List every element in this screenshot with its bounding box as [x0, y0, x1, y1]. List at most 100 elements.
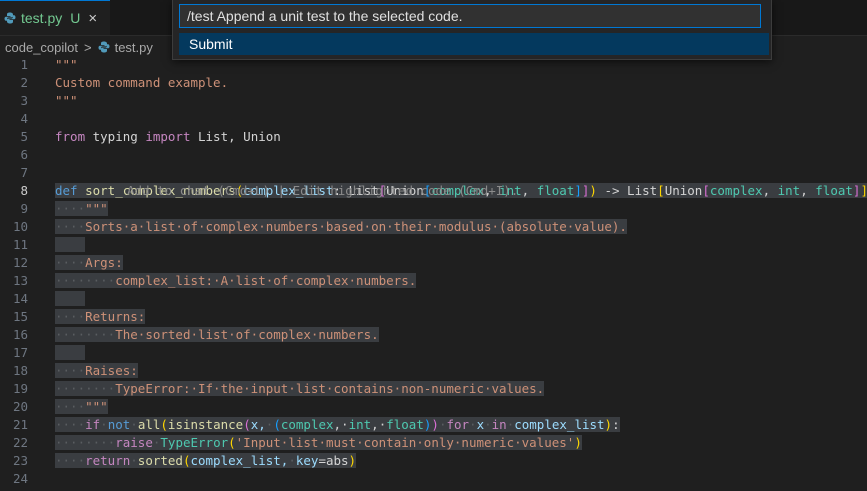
- code-token: (: [228, 435, 236, 450]
- code-line[interactable]: 19 ········TypeError:·If·the·input·list·c…: [0, 380, 867, 398]
- code-line[interactable]: 4: [0, 110, 867, 128]
- code-token: ····: [55, 255, 86, 270]
- code-line[interactable]: 22 ········raise·TypeError('Input·list·mu…: [0, 434, 867, 452]
- line-code: [55, 344, 86, 362]
- code-token: TypeError:·If·the·input·list·contains·no…: [115, 381, 545, 396]
- code-token: ····: [55, 363, 86, 378]
- line-number: 3: [20, 93, 28, 108]
- code-line[interactable]: 14: [0, 290, 867, 308]
- code-token: ): [574, 435, 582, 450]
- code-token: ·: [130, 417, 138, 432]
- line-number: 20: [12, 399, 28, 414]
- code-line[interactable]: 24: [0, 470, 867, 488]
- code-token: ): [431, 417, 439, 432]
- code-line[interactable]: 11: [0, 236, 867, 254]
- line-code: ····Raises:: [55, 362, 138, 380]
- code-token: ····: [55, 219, 86, 234]
- code-token: Sorts·a·list·of·complex·numbers·based·on…: [85, 219, 627, 234]
- code-line[interactable]: 23 ····return·sorted(complex_list,·key=ab…: [0, 452, 867, 470]
- inline-hint-text: Add to chat (Cmd+L) | Edit highlighted c…: [127, 183, 519, 198]
- code-token: ): [348, 453, 357, 468]
- code-line[interactable]: 5 from typing import List, Union: [0, 128, 867, 146]
- code-token: int: [348, 417, 372, 432]
- breadcrumb-folder[interactable]: code_copilot: [5, 40, 78, 55]
- code-token: ········: [55, 327, 116, 342]
- code-token: float: [536, 183, 575, 198]
- code-token: TypeError: [160, 435, 229, 450]
- line-number: 14: [12, 291, 28, 306]
- code-token: from: [55, 129, 86, 144]
- selection-highlight: ····""": [55, 399, 108, 414]
- close-icon[interactable]: ×: [88, 10, 97, 27]
- breadcrumb-file[interactable]: test.py: [115, 40, 153, 55]
- line-number: 23: [12, 453, 28, 468]
- code-token: ····: [55, 309, 86, 324]
- code-token: Raises:: [85, 363, 138, 378]
- line-number: 13: [12, 273, 28, 288]
- code-token: ,: [521, 183, 537, 198]
- selection-highlight: ····Raises:: [55, 363, 138, 378]
- code-token: The·sorted·list·of·complex·numbers.: [115, 327, 379, 342]
- line-text: from typing import List, Union: [55, 129, 281, 144]
- command-input[interactable]: [179, 4, 761, 28]
- line-text: Custom command example.: [55, 75, 228, 90]
- code-token: ,·: [333, 417, 349, 432]
- line-number: 18: [12, 363, 28, 378]
- code-line[interactable]: 18 ····Raises:: [0, 362, 867, 380]
- line-code: ····""": [55, 200, 108, 218]
- code-line[interactable]: 13 ········complex_list:·A·list·of·comple…: [0, 272, 867, 290]
- tab-filename: test.py: [21, 10, 63, 26]
- line-code: """: [55, 56, 78, 74]
- line-code: [55, 290, 86, 308]
- line-number: 19: [12, 381, 28, 396]
- code-token: ····: [55, 453, 86, 468]
- code-token: ,: [762, 183, 778, 198]
- code-token: Returns:: [85, 309, 146, 324]
- line-number: 1: [20, 57, 28, 72]
- code-line[interactable]: 20 ····""": [0, 398, 867, 416]
- line-code: ········The·sorted·list·of·complex·numbe…: [55, 326, 379, 344]
- code-line[interactable]: 3 """: [0, 92, 867, 110]
- code-token: sorted: [137, 453, 183, 468]
- code-token: ·: [469, 417, 477, 432]
- line-number: 24: [12, 471, 28, 486]
- code-line[interactable]: 16 ········The·sorted·list·of·complex·num…: [0, 326, 867, 344]
- code-line[interactable]: 15 ····Returns:: [0, 308, 867, 326]
- code-token: isinstance: [167, 417, 244, 432]
- selection-highlight: [55, 291, 86, 306]
- code-line[interactable]: 12 ····Args:: [0, 254, 867, 272]
- line-number: 22: [12, 435, 28, 450]
- code-token: for: [446, 417, 470, 432]
- line-code: """: [55, 92, 78, 110]
- untracked-badge: U: [70, 10, 81, 26]
- code-line[interactable]: 9 ····""": [0, 200, 867, 218]
- code-line[interactable]: 2 Custom command example.: [0, 74, 867, 92]
- line-number: 21: [12, 417, 28, 432]
- code-token: Custom command example.: [55, 75, 229, 90]
- code-token: complex: [280, 417, 334, 432]
- code-token: import: [145, 129, 191, 144]
- line-code: ········TypeError:·If·the·input·list·con…: [55, 380, 545, 398]
- selection-highlight: ········raise·TypeError('Input·list·must…: [55, 435, 582, 450]
- code-token: all: [137, 417, 161, 432]
- code-line[interactable]: 21 ····if·not·all(isinstance(x,·(complex,…: [0, 416, 867, 434]
- code-token: complex: [709, 183, 763, 198]
- code-token: ]: [574, 183, 582, 198]
- line-code: ····return·sorted(complex_list,·key=abs): [55, 452, 357, 470]
- line-code: ········complex_list:·A·list·of·complex·…: [55, 272, 417, 290]
- line-number: 11: [12, 237, 28, 252]
- code-line[interactable]: 6: [0, 146, 867, 164]
- selection-highlight: ····""": [55, 201, 108, 216]
- code-line[interactable]: 17: [0, 344, 867, 362]
- code-token: """: [85, 399, 108, 414]
- code-token: ·: [484, 417, 492, 432]
- code-token: =abs: [318, 453, 349, 468]
- code-token: in: [491, 417, 507, 432]
- submit-option[interactable]: Submit: [179, 33, 769, 55]
- line-code: ········raise·TypeError('Input·list·must…: [55, 434, 582, 452]
- code-token: ·: [100, 417, 108, 432]
- code-token: complex_list: [514, 417, 605, 432]
- line-code: ····""": [55, 398, 108, 416]
- code-line[interactable]: 10 ····Sorts·a·list·of·complex·numbers·ba…: [0, 218, 867, 236]
- tab-test-py[interactable]: test.py U ×: [0, 0, 110, 35]
